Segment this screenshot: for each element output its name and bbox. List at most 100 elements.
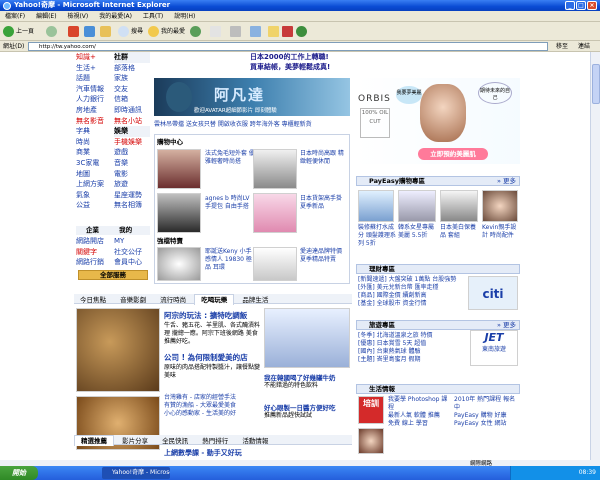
messenger-button[interactable] bbox=[296, 25, 309, 38]
search-button[interactable]: 搜尋 bbox=[118, 25, 143, 38]
nav-link[interactable]: 網路開店 bbox=[76, 236, 114, 247]
life-image[interactable] bbox=[358, 428, 384, 454]
nav-link[interactable]: 交友 bbox=[114, 84, 150, 95]
life-link[interactable]: 免費 線上 學習 bbox=[388, 420, 450, 428]
nav-link[interactable]: 房地產 bbox=[76, 105, 114, 116]
ad-cta-button[interactable]: 立即預約美麗肌 bbox=[418, 148, 488, 160]
product-text[interactable]: 日本美白保養品 套組 bbox=[440, 224, 480, 240]
travel-link[interactable]: [優惠] 日本賞雪 5天 超值 bbox=[358, 340, 466, 348]
nav-link[interactable]: 話題 bbox=[76, 73, 114, 84]
nav-link[interactable]: 遊戲 bbox=[114, 147, 150, 158]
nav-link[interactable]: 時尚 bbox=[76, 137, 114, 148]
product-text[interactable]: 裝修蘇打水成分 頭髮護理系列 5折 bbox=[358, 224, 398, 248]
back-button[interactable]: 上一頁 bbox=[3, 25, 34, 38]
tab-fashion[interactable]: 流行時尚 bbox=[154, 295, 192, 305]
nav-link[interactable]: 旅遊 bbox=[114, 179, 150, 190]
food-image[interactable] bbox=[76, 308, 160, 392]
stop-button[interactable] bbox=[68, 25, 81, 38]
product-text[interactable]: 愛迪達品牌特價 夏季精品特賣 bbox=[300, 248, 348, 264]
nav-link[interactable]: 社交公仔 bbox=[114, 247, 150, 258]
product-image[interactable] bbox=[482, 190, 518, 222]
forward-button[interactable] bbox=[46, 25, 59, 38]
minimize-button[interactable]: _ bbox=[565, 1, 575, 10]
jet-logo[interactable]: JET 東南旅遊 bbox=[470, 330, 518, 366]
menu-favorites[interactable]: 我的最愛(A) bbox=[99, 13, 132, 20]
home-button[interactable] bbox=[100, 25, 113, 38]
start-button[interactable]: 開始 bbox=[0, 466, 38, 480]
product-image[interactable] bbox=[398, 190, 436, 222]
food-link[interactable]: 小心的感動家 - 生活美的好 bbox=[164, 410, 260, 418]
edit-button[interactable] bbox=[250, 25, 263, 38]
drinks-headline-2[interactable]: 好心眼製一日醬方便好吃 bbox=[264, 402, 350, 412]
product-text[interactable]: agnes b 時尚LV 手提包 自由手搭 bbox=[205, 195, 253, 211]
tab-brand[interactable]: 品牌生活 bbox=[236, 295, 274, 305]
orbis-ad[interactable]: ORBIS 100% OIL CUT 我要夢美麗 期待未來的自己 立即預約美麗肌 bbox=[356, 78, 520, 164]
menu-file[interactable]: 檔案(F) bbox=[5, 13, 25, 20]
menu-help[interactable]: 說明(H) bbox=[174, 13, 195, 20]
nav-link[interactable]: 音樂 bbox=[114, 158, 150, 169]
close-button[interactable]: × bbox=[587, 1, 597, 10]
finance-link[interactable]: [基金] 全球股市 資金行情 bbox=[358, 300, 466, 308]
folder-button[interactable] bbox=[268, 25, 281, 38]
all-services-button[interactable]: 全部服務 bbox=[78, 270, 148, 280]
vertical-scrollbar[interactable] bbox=[590, 52, 600, 460]
product-text[interactable]: 韓系女星專屬美麗 5.5折 bbox=[398, 224, 438, 240]
more-link[interactable]: » 更多 bbox=[497, 177, 516, 185]
history-button[interactable] bbox=[190, 25, 203, 38]
product-image[interactable] bbox=[253, 193, 297, 233]
maximize-button[interactable]: □ bbox=[576, 1, 586, 10]
bottom-news[interactable]: 上網數學課 - 動手又好玩 bbox=[164, 448, 344, 458]
go-button[interactable]: 移至 bbox=[556, 41, 568, 52]
tab-food[interactable]: 吃喝玩樂 bbox=[194, 294, 235, 305]
favorites-button[interactable]: 我的最愛 bbox=[148, 25, 185, 38]
tab-quicknews[interactable]: 全民快訊 bbox=[156, 436, 194, 446]
drinks-image[interactable] bbox=[264, 308, 350, 368]
product-image[interactable] bbox=[157, 149, 201, 189]
tab-today[interactable]: 今日焦點 bbox=[74, 295, 112, 305]
tab-ranking[interactable]: 熱門排行 bbox=[196, 436, 234, 446]
nav-link[interactable]: 會員中心 bbox=[114, 257, 150, 268]
hot-links[interactable]: 雲林吊帶擋 送女孩只替 開啟收衣服 跨年海外客 專櫃輕新貨 bbox=[154, 120, 350, 130]
nav-link[interactable]: 人力銀行 bbox=[76, 94, 114, 105]
travel-link[interactable]: [國內] 台東熱氣球 體驗 bbox=[358, 348, 466, 356]
print-button[interactable] bbox=[230, 25, 243, 38]
training-icon[interactable]: 培訓 bbox=[358, 396, 384, 424]
drinks-headline[interactable]: 我在韓國喝了好幾罐牛奶 bbox=[264, 372, 350, 382]
food-headline-2[interactable]: 公司 ! 為何限制愛美的店 bbox=[164, 352, 260, 363]
avatar-banner[interactable]: 阿凡達 歡迎AVATAR超細節影片 即刻體驗 bbox=[154, 78, 350, 116]
nav-link[interactable]: 公益 bbox=[76, 200, 114, 211]
links-button[interactable]: 連結 bbox=[578, 41, 590, 52]
news-link[interactable]: 日本2000的工作上轉職! bbox=[154, 52, 350, 62]
nav-link[interactable]: 氣象 bbox=[76, 190, 114, 201]
travel-link[interactable]: [主題] 峇里島蜜月 假期 bbox=[358, 356, 466, 364]
menu-tools[interactable]: 工具(T) bbox=[143, 13, 163, 20]
life-link[interactable]: PayEasy 女性 網站 bbox=[454, 420, 518, 428]
product-text[interactable]: 日本貨架高手掛 夏季新品 bbox=[300, 195, 348, 211]
nav-link[interactable]: 無名小站 bbox=[114, 116, 150, 127]
taskbar-ie-window[interactable]: Yahoo!奇摩 - Microso... bbox=[102, 467, 170, 479]
finance-link[interactable]: [新聞速遞] 大盤突破 1萬點 台股強勢 bbox=[358, 276, 466, 284]
nav-link[interactable]: 無名影音 bbox=[76, 116, 114, 127]
menu-edit[interactable]: 編輯(E) bbox=[36, 13, 56, 20]
nav-link[interactable]: 網路行銷 bbox=[76, 257, 114, 268]
nav-link[interactable]: MY bbox=[114, 236, 150, 247]
finance-link[interactable]: [商品] 國際金價 續創新高 bbox=[358, 292, 466, 300]
nav-link[interactable]: 無名相簿 bbox=[114, 200, 150, 211]
life-link[interactable]: PayEasy 購物 好康 bbox=[454, 412, 518, 420]
menu-view[interactable]: 檢視(V) bbox=[67, 13, 88, 20]
citi-logo[interactable]: citi bbox=[468, 276, 518, 310]
nav-link[interactable]: 汽車情報 bbox=[76, 84, 114, 95]
news-link[interactable]: 買車結帳，美夢輕鬆成真! bbox=[154, 62, 350, 72]
mail-button[interactable] bbox=[210, 25, 223, 38]
tab-music[interactable]: 音樂影劇 bbox=[114, 295, 152, 305]
book-button[interactable] bbox=[282, 25, 295, 38]
nav-link[interactable]: 即時通訊 bbox=[114, 105, 150, 116]
nav-link[interactable]: 手機娛樂 bbox=[114, 137, 150, 148]
product-image[interactable] bbox=[253, 149, 297, 189]
nav-link[interactable]: 上網方案 bbox=[76, 179, 114, 190]
product-text[interactable]: 日本時尚高跟 精緻輕便休閒 bbox=[300, 150, 348, 166]
product-image[interactable] bbox=[253, 247, 297, 281]
nav-link[interactable]: 字典 bbox=[76, 126, 114, 137]
tab-picks[interactable]: 精選推薦 bbox=[74, 435, 114, 446]
product-image[interactable] bbox=[440, 190, 478, 222]
